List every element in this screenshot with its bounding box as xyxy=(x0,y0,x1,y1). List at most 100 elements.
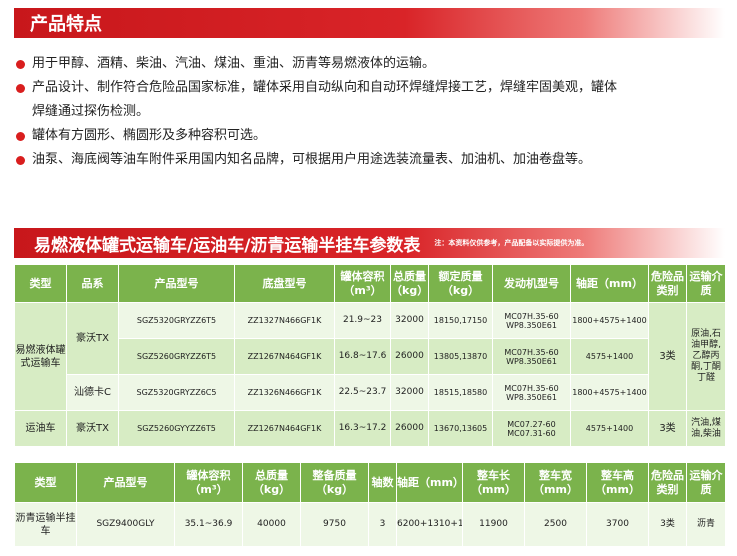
cell-height: 3700 xyxy=(586,502,649,547)
cell-wheelbase: 4575+1400 xyxy=(570,410,649,447)
th-height: 整车高（mm） xyxy=(586,462,649,503)
th-curb-mass: 整备质量（kg） xyxy=(300,462,369,503)
cell-medium: 原油,石油甲醇,乙醇丙酮,丁酮丁醛 xyxy=(686,302,726,411)
cell-engine: MC07H.35-60 WP8.350E61 xyxy=(492,302,571,339)
th-total-mass: 总质量（kg） xyxy=(242,462,301,503)
cell-rated-mass: 13670,13605 xyxy=(428,410,493,447)
feature-text-cont: 焊缝通过探伤检测。 xyxy=(32,104,150,119)
th-engine: 发动机型号 xyxy=(492,264,571,303)
th-volume: 罐体容积（m³） xyxy=(174,462,243,503)
th-medium: 运输介质 xyxy=(686,264,726,303)
cell-volume: 16.3~17.2 xyxy=(334,410,391,447)
th-total-mass: 总质量（kg） xyxy=(390,264,429,303)
params-note: 注：本资料仅供参考，产品配备以实际提供为准。 xyxy=(434,239,589,247)
cell-total-mass: 32000 xyxy=(390,302,429,339)
cell-type: 易燃液体罐式运输车 xyxy=(14,302,67,411)
bullet-icon xyxy=(16,60,25,69)
table-row: 易燃液体罐式运输车 豪沃TX SGZ5320GRYZZ6T5 ZZ1327N46… xyxy=(14,302,726,411)
cell-danger-class: 3类 xyxy=(648,502,687,547)
th-width: 整车宽（mm） xyxy=(524,462,587,503)
cell-engine: MC07H.35-60 WP8.350E61 xyxy=(492,338,571,375)
params-title: 易燃液体罐式运输车/运油车/沥青运输半挂车参数表 xyxy=(34,235,421,256)
th-danger-class: 危险品类别 xyxy=(648,264,687,303)
th-danger-class: 危险品类别 xyxy=(648,462,687,503)
params-banner: 易燃液体罐式运输车/运油车/沥青运输半挂车参数表 注：本资料仅供参考，产品配备以… xyxy=(14,228,725,258)
feature-item: 油泵、海底阀等油车附件采用国内知名品牌，可根据用户用途选装流量表、加油机、加油卷… xyxy=(14,148,725,172)
cell-axles: 3 xyxy=(368,502,397,547)
features-list: 用于甲醇、酒精、柴油、汽油、煤油、重油、沥青等易燃液体的运输。 产品设计、制作符… xyxy=(14,52,725,172)
cell-model: SGZ9400GLY xyxy=(76,502,175,547)
cell-chassis: ZZ1267N464GF1K xyxy=(234,410,335,447)
cell-brand: 豪沃TX xyxy=(66,302,119,375)
th-wheelbase: 轴距（mm） xyxy=(570,264,649,303)
cell-volume: 35.1~36.9 xyxy=(174,502,243,547)
cell-model: SGZ5320GRYZZ6T5 xyxy=(118,302,235,339)
cell-total-mass: 40000 xyxy=(242,502,301,547)
params-table-2: 类型 产品型号 罐体容积（m³） 总质量（kg） 整备质量（kg） 轴数 轴距（… xyxy=(14,462,726,547)
cell-chassis: ZZ1267N464GF1K xyxy=(234,338,335,375)
cell-total-mass: 32000 xyxy=(390,374,429,411)
th-axles: 轴数 xyxy=(368,462,397,503)
cell-danger-class: 3类 xyxy=(648,410,687,447)
cell-type: 沥青运输半挂车 xyxy=(14,502,77,547)
cell-medium: 沥青 xyxy=(686,502,726,547)
cell-wheelbase: 4575+1400 xyxy=(570,338,649,375)
cell-rated-mass: 18150,17150 xyxy=(428,302,493,339)
th-wheelbase: 轴距（mm） xyxy=(396,462,463,503)
cell-volume: 22.5~23.7 xyxy=(334,374,391,411)
th-medium: 运输介质 xyxy=(686,462,726,503)
features-banner: 产品特点 xyxy=(14,8,725,38)
feature-item: 用于甲醇、酒精、柴油、汽油、煤油、重油、沥青等易燃液体的运输。 xyxy=(14,52,725,76)
cell-rated-mass: 18515,18580 xyxy=(428,374,493,411)
th-chassis: 底盘型号 xyxy=(234,264,335,303)
table-header-row: 类型 品系 产品型号 底盘型号 罐体容积（m³） 总质量（kg） 额定质量（kg… xyxy=(14,264,726,303)
feature-text: 用于甲醇、酒精、柴油、汽油、煤油、重油、沥青等易燃液体的运输。 xyxy=(32,56,436,71)
cell-length: 11900 xyxy=(462,502,525,547)
table-row: 汕德卡C SGZ5320GRYZZ6C5 ZZ1326N466GF1K 22.5… xyxy=(15,374,726,411)
cell-engine: MC07.27-60 MC07.31-60 xyxy=(492,410,571,447)
cell-danger-class: 3类 xyxy=(648,302,687,411)
feature-text: 产品设计、制作符合危险品国家标准，罐体采用自动纵向和自动环焊缝焊接工艺，焊缝牢固… xyxy=(32,80,618,95)
cell-medium: 汽油,煤油,柴油 xyxy=(686,410,726,447)
cell-brand: 豪沃TX xyxy=(66,410,119,447)
cell-curb-mass: 9750 xyxy=(300,502,369,547)
th-type: 类型 xyxy=(14,462,77,503)
th-rated-mass: 额定质量（kg） xyxy=(428,264,493,303)
cell-chassis: ZZ1326N466GF1K xyxy=(234,374,335,411)
cell-total-mass: 26000 xyxy=(390,338,429,375)
cell-brand: 汕德卡C xyxy=(66,374,119,411)
cell-model: SGZ5320GRYZZ6C5 xyxy=(118,374,235,411)
cell-volume: 21.9~23 xyxy=(334,302,391,339)
cell-width: 2500 xyxy=(524,502,587,547)
table-header-row: 类型 产品型号 罐体容积（m³） 总质量（kg） 整备质量（kg） 轴数 轴距（… xyxy=(14,462,726,503)
cell-type: 运油车 xyxy=(14,410,67,447)
feature-text: 罐体有方圆形、椭圆形及多种容积可选。 xyxy=(32,128,267,143)
bullet-icon xyxy=(16,132,25,141)
table-row: 运油车 豪沃TX SGZ5260GYYZZ6T5 ZZ1267N464GF1K … xyxy=(14,410,726,447)
th-brand: 品系 xyxy=(66,264,119,303)
cell-model: SGZ5260GRYZZ6T5 xyxy=(118,338,235,375)
th-model: 产品型号 xyxy=(118,264,235,303)
params-table-1: 类型 品系 产品型号 底盘型号 罐体容积（m³） 总质量（kg） 额定质量（kg… xyxy=(14,264,726,447)
cell-wheelbase: 1800+4575+1400 xyxy=(570,302,649,339)
th-volume: 罐体容积（m³） xyxy=(334,264,391,303)
cell-engine: MC07H.35-60 WP8.350E61 xyxy=(492,374,571,411)
cell-chassis: ZZ1327N466GF1K xyxy=(234,302,335,339)
th-type: 类型 xyxy=(14,264,67,303)
th-model: 产品型号 xyxy=(76,462,175,503)
cell-total-mass: 26000 xyxy=(390,410,429,447)
feature-item: 罐体有方圆形、椭圆形及多种容积可选。 xyxy=(14,124,725,148)
table-row: SGZ5260GRYZZ6T5 ZZ1267N464GF1K 16.8~17.6… xyxy=(15,338,726,375)
cell-wheelbase: 1800+4575+1400 xyxy=(570,374,649,411)
cell-volume: 16.8~17.6 xyxy=(334,338,391,375)
table-row: 沥青运输半挂车 SGZ9400GLY 35.1~36.9 40000 9750 … xyxy=(14,502,726,547)
th-length: 整车长（mm） xyxy=(462,462,525,503)
feature-text: 油泵、海底阀等油车附件采用国内知名品牌，可根据用户用途选装流量表、加油机、加油卷… xyxy=(32,152,592,167)
feature-item: 产品设计、制作符合危险品国家标准，罐体采用自动纵向和自动环焊缝焊接工艺，焊缝牢固… xyxy=(14,76,725,124)
bullet-icon xyxy=(16,156,25,165)
cell-wheelbase: 6200+1310+1310 xyxy=(396,502,463,547)
features-title: 产品特点 xyxy=(30,14,102,35)
cell-rated-mass: 13805,13870 xyxy=(428,338,493,375)
bullet-icon xyxy=(16,84,25,93)
cell-model: SGZ5260GYYZZ6T5 xyxy=(118,410,235,447)
